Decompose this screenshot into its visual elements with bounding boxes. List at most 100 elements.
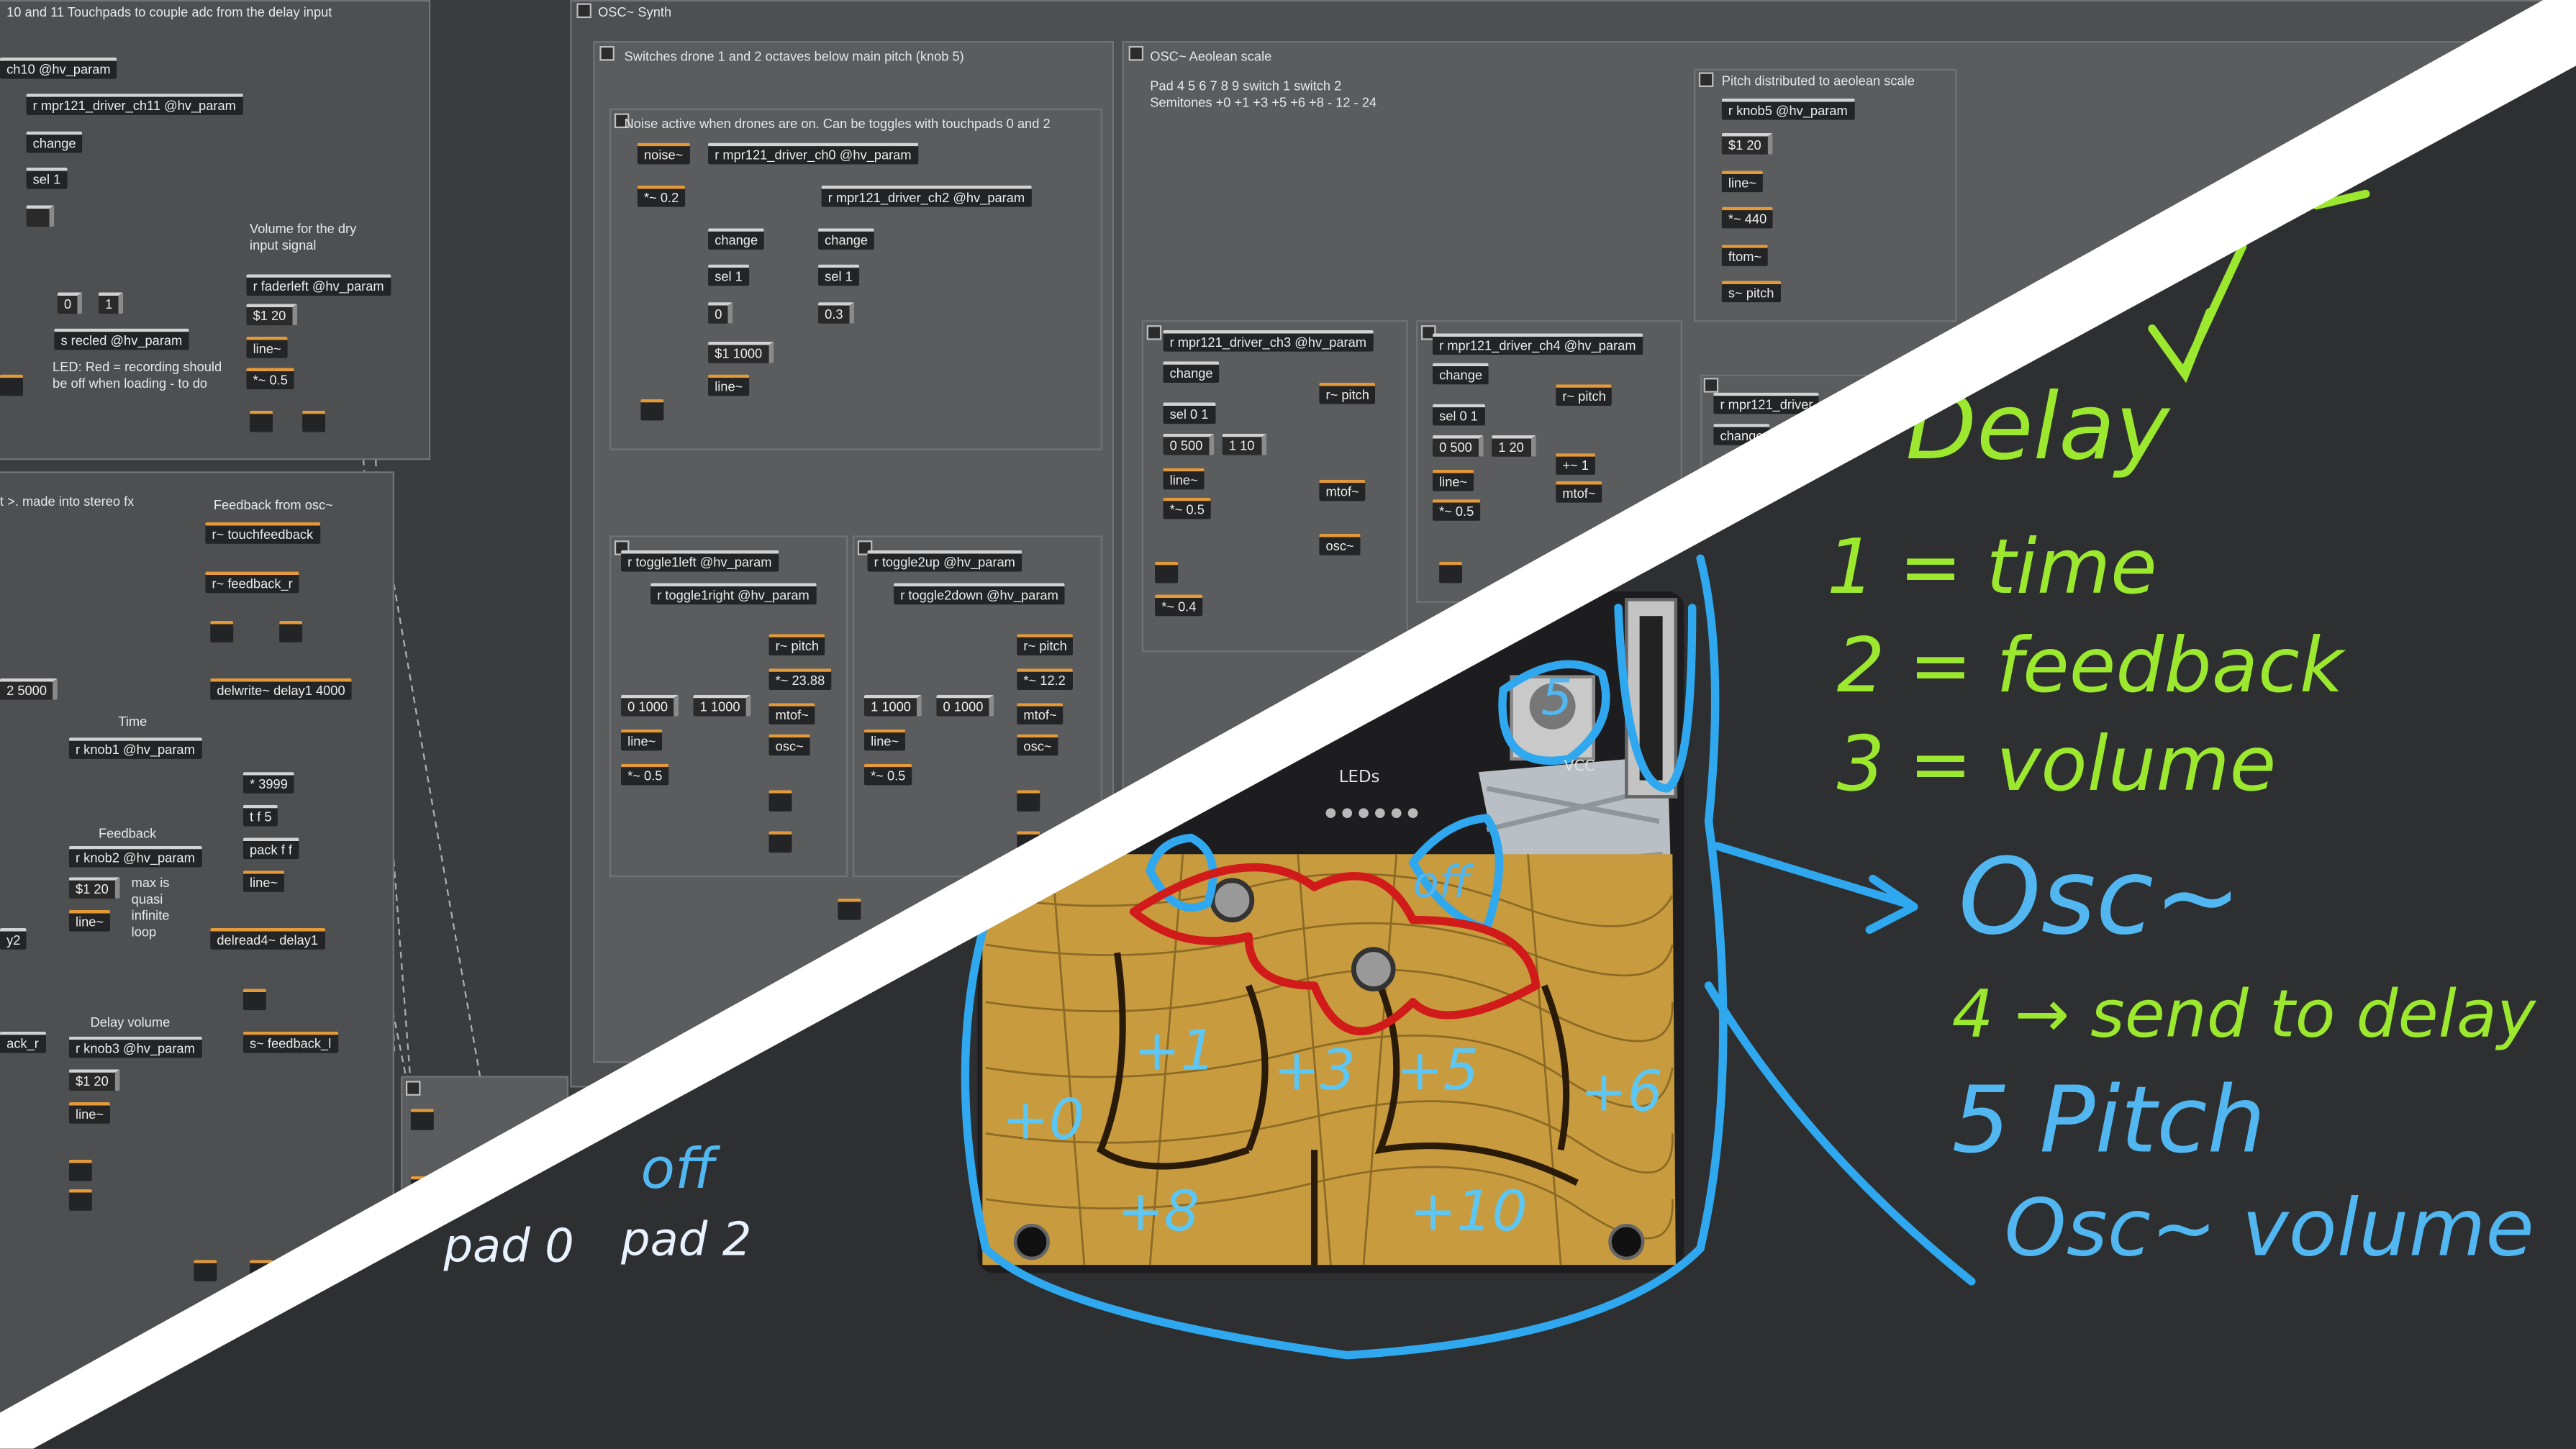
mtof-object[interactable]: mtof~ xyxy=(1556,481,1602,503)
ack-r-object[interactable]: ack_r xyxy=(0,1031,45,1053)
toggle2down-receive[interactable]: r toggle2down @hv_param xyxy=(894,583,1065,605)
toggle1left-receive[interactable]: r toggle1left @hv_param xyxy=(621,550,779,572)
signal-add[interactable] xyxy=(210,621,234,642)
osc-object[interactable]: osc~ xyxy=(768,734,810,756)
signal-multiply[interactable] xyxy=(1155,561,1179,583)
multiply-object[interactable]: *~ 12.2 xyxy=(1017,668,1072,690)
feedback-l-send[interactable]: s~ feedback_l xyxy=(242,1031,338,1053)
osc-object[interactable]: osc~ xyxy=(1319,534,1361,555)
add-object[interactable]: +~ 1 xyxy=(1556,453,1596,475)
sel-object[interactable]: sel 1 xyxy=(818,264,859,286)
multiply-object[interactable]: *~ 0.2 xyxy=(637,186,686,207)
sel-object[interactable]: sel 1 xyxy=(708,264,749,286)
multiply-3999[interactable]: * 3999 xyxy=(242,772,295,794)
touchfeedback-receive[interactable]: r~ touchfeedback xyxy=(205,522,320,544)
dac-object[interactable] xyxy=(410,1176,434,1198)
line-object[interactable]: line~ xyxy=(863,729,906,751)
message-ramp[interactable]: $1 20 xyxy=(1721,132,1773,155)
message-ramp[interactable]: 0 500 xyxy=(1432,435,1484,457)
message-ramp[interactable]: 1 1000 xyxy=(863,694,922,717)
message-ramp[interactable]: $1 20 xyxy=(246,304,298,326)
signal-multiply[interactable] xyxy=(242,989,266,1011)
message-ramp[interactable]: $1 20 xyxy=(68,877,120,899)
feedback-r-receive[interactable]: r~ feedback_r xyxy=(205,571,299,594)
signal-multiply[interactable] xyxy=(768,790,792,812)
multiply-object[interactable]: *~ 0.5 xyxy=(1163,497,1212,519)
ch3-receive[interactable]: r mpr121_driver_ch3 @hv_param xyxy=(1163,330,1374,352)
message-ramp[interactable]: $1 20 xyxy=(68,1069,120,1091)
pitch-receive[interactable]: r~ pitch xyxy=(768,634,826,655)
mtof-object[interactable]: mtof~ xyxy=(768,703,816,724)
panel-checkbox[interactable] xyxy=(576,3,591,19)
mtof-object[interactable]: mtof~ xyxy=(1017,703,1063,724)
panel-checkbox[interactable] xyxy=(1703,378,1719,393)
ftom-object[interactable]: ftom~ xyxy=(1721,245,1769,266)
panel-checkbox[interactable] xyxy=(1128,45,1144,61)
change-object[interactable]: change xyxy=(818,228,875,250)
multiply-object[interactable]: *~ 440 xyxy=(1721,206,1774,229)
line-object[interactable]: line~ xyxy=(1432,469,1474,491)
message-ramp[interactable]: 1 10 xyxy=(1222,433,1266,455)
pitch-send[interactable]: s~ pitch xyxy=(1721,281,1781,303)
signal-add[interactable] xyxy=(194,1260,217,1281)
panel-checkbox[interactable] xyxy=(599,45,614,61)
panel-checkbox[interactable] xyxy=(1698,72,1714,88)
osc-object[interactable]: osc~ xyxy=(1017,734,1058,756)
signal-multiply[interactable] xyxy=(68,1159,92,1181)
message-ramp[interactable]: 1 1000 xyxy=(693,694,752,717)
knob2-receive[interactable]: r knob2 @hv_param xyxy=(68,845,201,868)
knob5-receive[interactable]: r knob5 @hv_param xyxy=(1721,98,1854,120)
message-ramp[interactable]: $1 1000 xyxy=(708,341,774,363)
change-object[interactable]: change xyxy=(1163,361,1220,383)
pitch-receive[interactable]: r~ pitch xyxy=(1017,634,1074,655)
knob3-receive[interactable]: r knob3 @hv_param xyxy=(68,1036,201,1058)
signal-multiply[interactable] xyxy=(640,399,664,421)
pack-object[interactable]: pack f f xyxy=(242,837,299,860)
pitch-receive[interactable]: r~ pitch xyxy=(1556,384,1613,406)
signal-inlet[interactable] xyxy=(0,374,23,396)
signal-inlet[interactable] xyxy=(410,1109,434,1130)
message-value[interactable]: 0.3 xyxy=(818,302,855,324)
multiply-object[interactable]: *~ 0.5 xyxy=(1432,499,1481,521)
message-ramp[interactable]: 0 1000 xyxy=(936,694,995,717)
bang-object[interactable] xyxy=(26,205,55,227)
signal-multiply[interactable] xyxy=(1439,561,1463,583)
change-object[interactable]: change xyxy=(708,228,765,250)
signal-add[interactable] xyxy=(279,621,303,642)
ch5-receive[interactable]: r mpr121_driver xyxy=(1713,392,1820,414)
signal-add[interactable] xyxy=(838,898,861,920)
line-object[interactable]: line~ xyxy=(246,337,288,358)
trigger-object[interactable]: t f 5 xyxy=(242,804,278,827)
signal-multiply[interactable] xyxy=(768,831,792,853)
signal-multiply[interactable] xyxy=(1017,831,1040,853)
multiply-object[interactable]: *~ 0.5 xyxy=(863,763,912,786)
ch2-receive[interactable]: r mpr121_driver_ch2 @hv_param xyxy=(821,186,1032,207)
toggle2up-receive[interactable]: r toggle2up @hv_param xyxy=(867,550,1022,572)
multiply-object[interactable]: *~ 0.4 xyxy=(1155,594,1203,617)
line-object[interactable]: line~ xyxy=(242,871,285,892)
line-object[interactable]: line~ xyxy=(68,1102,111,1124)
sel-object[interactable]: sel 0 1 xyxy=(1432,404,1485,426)
knob1-receive[interactable]: r knob1 @hv_param xyxy=(68,737,201,759)
pitch-receive[interactable]: r~ pitch xyxy=(1319,382,1377,404)
noise-object[interactable]: noise~ xyxy=(637,142,690,165)
change-object[interactable]: change xyxy=(26,131,83,153)
signal-inlet[interactable] xyxy=(302,410,326,432)
signal-add[interactable] xyxy=(250,1260,273,1281)
signal-inlet[interactable] xyxy=(250,410,273,432)
message-ramp[interactable]: 0 500 xyxy=(1163,433,1215,455)
recled-send[interactable]: s recled @hv_param xyxy=(54,328,189,350)
faderleft-receive[interactable]: r faderleft @hv_param xyxy=(246,274,391,296)
signal-multiply[interactable] xyxy=(1017,790,1040,812)
message-zero[interactable]: 0 xyxy=(708,302,734,324)
ch0-receive[interactable]: r mpr121_driver_ch0 @hv_param xyxy=(708,142,918,165)
line-object[interactable]: line~ xyxy=(1163,468,1205,490)
multiply-object[interactable]: *~ 0.5 xyxy=(246,368,295,390)
panel-checkbox[interactable] xyxy=(1146,325,1162,340)
multiply-object[interactable]: *~ 0.5 xyxy=(621,763,669,786)
ch10-receive[interactable]: ch10 @hv_param xyxy=(0,57,117,79)
line-object[interactable]: line~ xyxy=(708,374,750,396)
sel-object[interactable]: sel 0 1 xyxy=(1163,402,1215,424)
delwrite-object[interactable]: delwrite~ delay1 4000 xyxy=(210,678,352,700)
line-object[interactable]: line~ xyxy=(1721,171,1764,193)
